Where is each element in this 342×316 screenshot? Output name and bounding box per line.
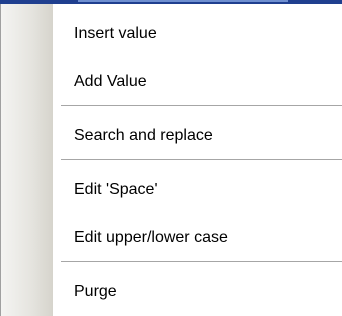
menu-item-edit-case[interactable]: Edit upper/lower case [53,218,342,258]
menu-icon-gutter [1,4,53,316]
menu-separator [61,261,342,262]
context-menu: Insert value Add Value Search and replac… [0,4,342,316]
menu-item-edit-space[interactable]: Edit 'Space' [53,170,342,210]
menu-item-purge[interactable]: Purge [53,272,342,312]
menu-separator [61,105,342,106]
menu-separator [61,159,342,160]
screen: Insert value Add Value Search and replac… [0,0,342,316]
window-header-highlight [78,0,288,2]
menu-item-search-and-replace[interactable]: Search and replace [53,116,342,156]
menu-item-insert-value[interactable]: Insert value [53,14,342,54]
menu-item-add-value[interactable]: Add Value [53,62,342,102]
